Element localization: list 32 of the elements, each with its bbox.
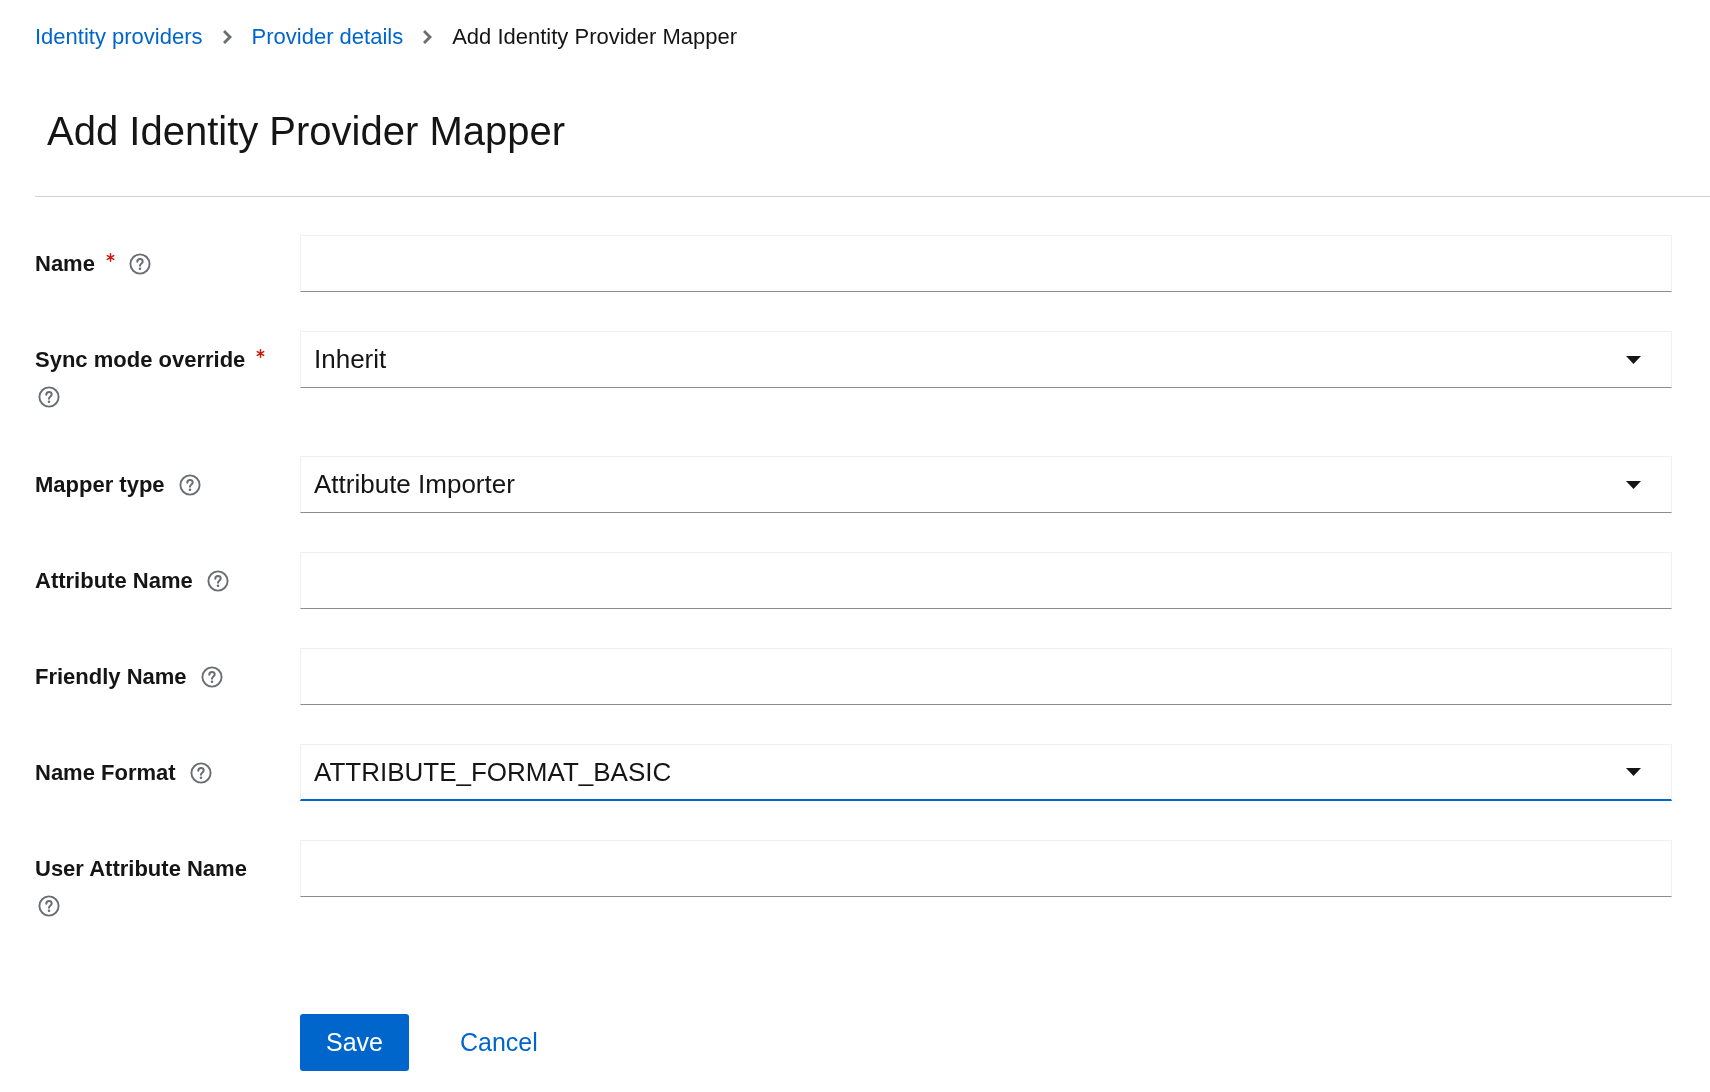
help-icon[interactable] [38, 895, 60, 917]
caret-down-icon [1626, 768, 1641, 776]
breadcrumb-link[interactable]: Identity providers [35, 24, 203, 50]
help-icon[interactable] [38, 386, 60, 408]
caret-down-icon [1626, 480, 1641, 489]
chevron-right-icon [222, 30, 232, 44]
dropdown-select[interactable]: Attribute Importer [300, 456, 1672, 513]
save-button[interactable]: Save [300, 1014, 409, 1071]
dropdown-select[interactable]: ATTRIBUTE_FORMAT_BASIC [300, 744, 1672, 801]
chevron-right-icon [423, 30, 433, 44]
text-input[interactable] [300, 840, 1672, 897]
help-icon[interactable] [189, 761, 212, 784]
field-label: Name Format [35, 760, 176, 785]
help-icon[interactable] [200, 665, 223, 688]
field-label: Name [35, 251, 95, 276]
text-input[interactable] [300, 552, 1672, 609]
text-input[interactable] [300, 648, 1672, 705]
breadcrumb-current-page: Add Identity Provider Mapper [452, 24, 738, 50]
help-icon[interactable] [206, 569, 229, 592]
help-icon[interactable] [178, 473, 201, 496]
page-title: Add Identity Provider Mapper [47, 108, 566, 154]
dropdown-select[interactable]: Inherit [300, 331, 1672, 388]
help-icon[interactable] [128, 252, 151, 275]
breadcrumb-link[interactable]: Provider details [251, 24, 404, 50]
cancel-button[interactable]: Cancel [444, 1014, 554, 1071]
field-label: User Attribute Name [35, 856, 247, 881]
field-label: Mapper type [35, 472, 165, 497]
field-label: Attribute Name [35, 568, 193, 593]
text-input[interactable] [300, 235, 1672, 292]
caret-down-icon [1626, 355, 1641, 364]
field-label: Friendly Name [35, 664, 187, 689]
field-label: Sync mode override [35, 347, 246, 372]
